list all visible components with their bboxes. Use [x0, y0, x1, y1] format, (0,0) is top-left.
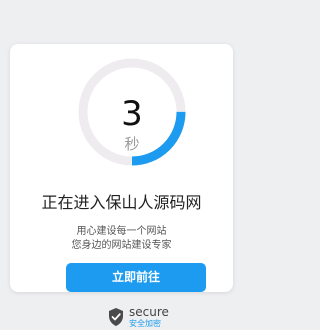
secure-sublabel: 安全加密: [129, 319, 161, 328]
secure-label: secure: [129, 305, 169, 319]
secure-badge: secure 安全加密: [106, 306, 176, 330]
page-title: 正在进入保山人源码网: [41, 193, 202, 212]
go-now-button[interactable]: 立即前往: [66, 263, 206, 292]
countdown-value: 3: [121, 94, 143, 134]
shield-check-icon: [109, 308, 123, 326]
countdown-ring: 3 秒: [77, 57, 187, 167]
tagline-line-2: 您身边的网站建设专家: [71, 240, 172, 251]
countdown-unit: 秒: [124, 135, 140, 153]
redirect-card: 3 秒 正在进入保山人源码网 用心建设每一个网站 您身边的网站建设专家 立即前往…: [10, 44, 233, 328]
tagline-line-1: 用心建设每一个网站: [76, 226, 167, 237]
